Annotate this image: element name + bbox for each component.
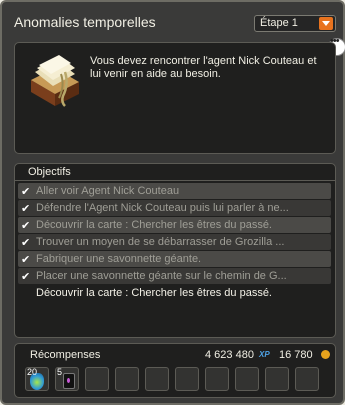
window-title: Anomalies temporelles (14, 14, 156, 30)
objective-row: ✔ Aller voir Agent Nick Couteau (18, 183, 331, 199)
reward-slot-empty (265, 367, 289, 391)
objective-text: Aller voir Agent Nick Couteau (36, 185, 180, 197)
quest-window: Anomalies temporelles Étape 1 ••• Vous d… (0, 0, 345, 405)
reward-slot-empty (145, 367, 169, 391)
check-icon: ✔ (21, 254, 31, 266)
reward-item-quantity: 20 (27, 367, 38, 377)
quest-scroll-icon (31, 55, 79, 107)
kamas-reward-value: 16 780 (279, 349, 313, 361)
quest-description-text: Vous devez rencontrer l'agent Nick Coute… (90, 55, 317, 80)
objective-row-current: Découvrir la carte : Chercher les êtres … (18, 285, 331, 301)
reward-slot-empty (115, 367, 139, 391)
objectives-header: Objectifs (15, 164, 335, 181)
objective-row: ✔ Découvrir la carte : Chercher les être… (18, 217, 331, 233)
reward-item-slot[interactable]: 20 (25, 367, 49, 391)
xp-icon: XP (259, 350, 270, 359)
objective-text: Découvrir la carte : Chercher les êtres … (36, 287, 272, 299)
check-icon: ✔ (21, 186, 31, 198)
objective-row: ✔ Fabriquer une savonnette géante. (18, 251, 331, 267)
rewards-panel: Récompenses 4 623 480 XP 16 780 20 5 (14, 343, 336, 398)
objective-row: ✔ Défendre l'Agent Nick Couteau puis lui… (18, 200, 331, 216)
reward-slot-empty (85, 367, 109, 391)
objective-row: ✔ Placer une savonnette géante sur le ch… (18, 268, 331, 284)
objective-text: Découvrir la carte : Chercher les êtres … (36, 219, 272, 231)
objective-row: ✔ Trouver un moyen de se débarrasser de … (18, 234, 331, 250)
reward-item-quantity: 5 (57, 367, 63, 377)
kama-coin-icon (321, 350, 330, 359)
reward-slot-empty (175, 367, 199, 391)
objectives-title: Objectifs (28, 166, 71, 178)
objective-text: Trouver un moyen de se débarrasser de Gr… (36, 236, 285, 248)
scroll-icon (63, 373, 75, 389)
chevron-down-icon[interactable] (319, 17, 333, 30)
objective-text: Fabriquer une savonnette géante. (36, 253, 202, 265)
reward-slot-empty (205, 367, 229, 391)
rewards-label: Récompenses (30, 349, 101, 361)
reward-slot-empty (235, 367, 259, 391)
objective-text: Défendre l'Agent Nick Couteau puis lui p… (36, 202, 289, 214)
quest-description-panel: Vous devez rencontrer l'agent Nick Coute… (14, 42, 336, 154)
check-icon: ✔ (21, 271, 31, 283)
xp-reward-value: 4 623 480 (205, 349, 254, 361)
reward-item-slot[interactable]: 5 (55, 367, 79, 391)
objectives-panel: Objectifs ✔ Aller voir Agent Nick Coutea… (14, 163, 336, 338)
step-dropdown[interactable]: Étape 1 (254, 15, 336, 32)
check-icon: ✔ (21, 237, 31, 249)
reward-slot-empty (295, 367, 319, 391)
check-icon: ✔ (21, 220, 31, 232)
objective-text: Placer une savonnette géante sur le chem… (36, 270, 287, 282)
step-dropdown-value: Étape 1 (260, 17, 298, 29)
check-icon: ✔ (21, 203, 31, 215)
